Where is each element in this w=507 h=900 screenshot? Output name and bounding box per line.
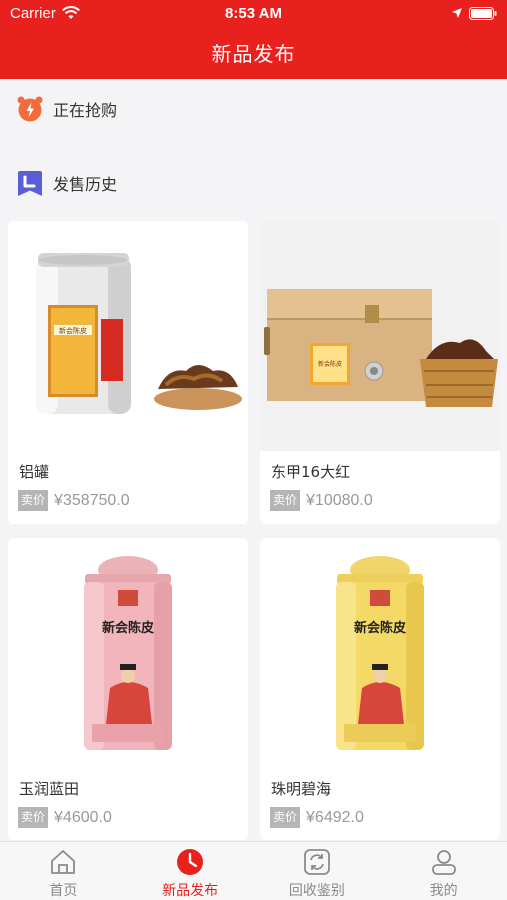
product-name: 珠明碧海 bbox=[271, 780, 332, 798]
tab-recycle[interactable]: 回收鉴别 bbox=[254, 842, 381, 900]
price-tag: 卖价 bbox=[18, 807, 49, 828]
section-buying-now[interactable]: 正在抢购 bbox=[17, 94, 117, 124]
tab-label: 新品发布 bbox=[162, 883, 219, 899]
battery-icon bbox=[469, 7, 497, 20]
tab-mine[interactable]: 我的 bbox=[380, 842, 507, 900]
home-icon bbox=[51, 850, 76, 874]
product-name: 铝罐 bbox=[19, 463, 50, 481]
price-row: 卖价 ¥6492.0 bbox=[270, 807, 364, 828]
product-image-pink-can: 新会陈皮 bbox=[8, 538, 248, 768]
section-label: 正在抢购 bbox=[53, 101, 118, 120]
recycle-icon bbox=[303, 849, 330, 875]
product-image-wooden-box: 新会陈皮 bbox=[260, 221, 500, 451]
product-card[interactable]: 新会陈皮 铝罐 卖价 ¥358750.0 bbox=[8, 221, 248, 524]
can-title-text: 新会陈皮 bbox=[354, 620, 406, 636]
price-tag: 卖价 bbox=[270, 807, 301, 828]
status-time: 8:53 AM bbox=[225, 5, 282, 22]
product-image-aluminium-can: 新会陈皮 bbox=[8, 221, 248, 451]
tab-new-release[interactable]: 新品发布 bbox=[127, 842, 254, 900]
price-row: 卖价 ¥10080.0 bbox=[270, 490, 373, 511]
section-sale-history[interactable]: 发售历史 bbox=[17, 168, 117, 198]
product-name: 玉润蓝田 bbox=[19, 780, 80, 798]
app-header: Carrier 8:53 AM 新品发布 bbox=[0, 0, 507, 79]
product-name: 东甲16大红 bbox=[271, 463, 351, 481]
price-row: 卖价 ¥4600.0 bbox=[18, 807, 112, 828]
status-bar: Carrier 8:53 AM bbox=[0, 0, 507, 28]
product-price: ¥4600.0 bbox=[54, 808, 112, 826]
tab-bar: 首页 新品发布 回收鉴别 我的 bbox=[0, 841, 507, 900]
tab-home[interactable]: 首页 bbox=[0, 842, 127, 900]
product-card[interactable]: 新会陈皮 东甲16大红 卖价 ¥10080.0 bbox=[260, 221, 500, 524]
history-bookmark-icon bbox=[18, 171, 42, 196]
clock-icon bbox=[177, 849, 204, 875]
price-tag: 卖价 bbox=[270, 490, 301, 511]
product-price: ¥358750.0 bbox=[54, 491, 130, 509]
box-label-text: 新会陈皮 bbox=[318, 360, 342, 368]
alarm-clock-icon bbox=[17, 96, 43, 122]
price-tag: 卖价 bbox=[18, 490, 49, 511]
location-arrow-icon bbox=[452, 8, 462, 18]
can-label-text: 新会陈皮 bbox=[59, 326, 87, 335]
product-card[interactable]: 新会陈皮 玉润蓝田 卖价 ¥4600.0 bbox=[8, 538, 248, 840]
section-label: 发售历史 bbox=[53, 175, 118, 194]
can-title-text: 新会陈皮 bbox=[102, 620, 154, 636]
tab-label: 回收鉴别 bbox=[288, 883, 345, 899]
tab-label: 我的 bbox=[429, 883, 458, 899]
page-title: 新品发布 bbox=[211, 42, 296, 66]
product-price: ¥10080.0 bbox=[306, 491, 373, 509]
product-card[interactable]: 新会陈皮 珠明碧海 卖价 ¥6492.0 bbox=[260, 538, 500, 840]
price-row: 卖价 ¥358750.0 bbox=[18, 490, 130, 511]
product-image-yellow-can: 新会陈皮 bbox=[260, 538, 500, 768]
user-icon bbox=[431, 850, 456, 875]
product-price: ¥6492.0 bbox=[306, 808, 364, 826]
tab-label: 首页 bbox=[49, 883, 78, 899]
